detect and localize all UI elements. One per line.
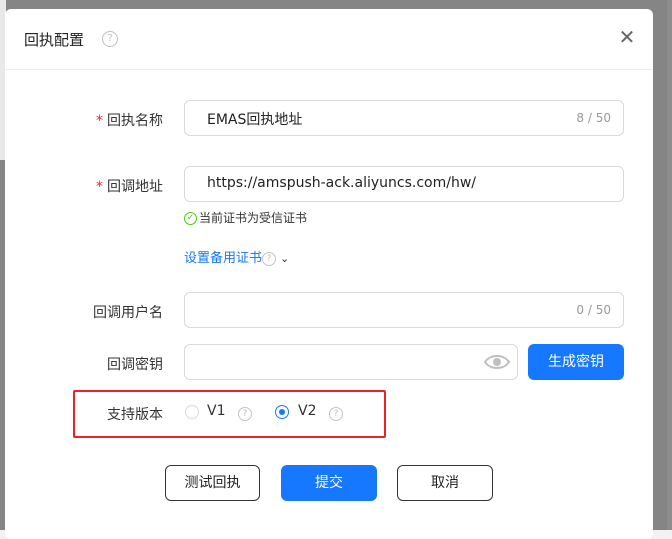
- help-icon[interactable]: ?: [262, 251, 277, 266]
- callback-config-dialog: 回执配置 ? ✕ * 回执名称 EMAS回执地址 8 / 50 * 回调地址 htt…: [5, 9, 653, 539]
- username-field-label: 回调用户名: [93, 305, 163, 321]
- username-input[interactable]: 0 / 50: [184, 292, 624, 328]
- name-char-count: 8 / 50: [576, 111, 611, 125]
- name-input[interactable]: EMAS回执地址 8 / 50: [184, 100, 624, 136]
- submit-button[interactable]: 提交: [281, 465, 377, 501]
- backup-cert-link[interactable]: 设置备用证书? ⌄: [184, 247, 289, 266]
- eye-icon[interactable]: [483, 351, 511, 373]
- backup-cert-link-text: 设置备用证书: [184, 251, 263, 266]
- dialog-header: 回执配置 ? ✕: [5, 9, 653, 70]
- cert-status-text: 当前证书为受信证书: [199, 211, 308, 225]
- highlight-box: [73, 390, 386, 438]
- check-circle-icon: ✓: [184, 212, 197, 225]
- close-icon[interactable]: ✕: [617, 27, 637, 47]
- secret-input[interactable]: [184, 344, 518, 380]
- required-mark: *: [96, 179, 103, 195]
- username-char-count: 0 / 50: [576, 303, 611, 317]
- chevron-down-icon: ⌄: [280, 252, 290, 265]
- required-mark: *: [96, 113, 103, 129]
- cert-status: ✓ 当前证书为受信证书: [184, 209, 307, 226]
- generate-secret-button[interactable]: 生成密钥: [528, 344, 624, 380]
- background-scrollbar: [667, 0, 672, 530]
- test-callback-button[interactable]: 测试回执: [165, 465, 260, 501]
- name-input-value: EMAS回执地址: [207, 112, 303, 128]
- url-field-label: * 回调地址: [96, 179, 163, 195]
- url-input-value: https://amspush-ack.aliyuncs.com/hw/: [207, 175, 476, 191]
- url-input[interactable]: https://amspush-ack.aliyuncs.com/hw/: [184, 166, 624, 202]
- dialog-title: 回执配置: [24, 31, 85, 49]
- cancel-button[interactable]: 取消: [397, 465, 493, 501]
- secret-field-label: 回调密钥: [107, 357, 163, 373]
- name-field-label: * 回执名称: [96, 113, 163, 129]
- help-icon[interactable]: ?: [102, 31, 118, 47]
